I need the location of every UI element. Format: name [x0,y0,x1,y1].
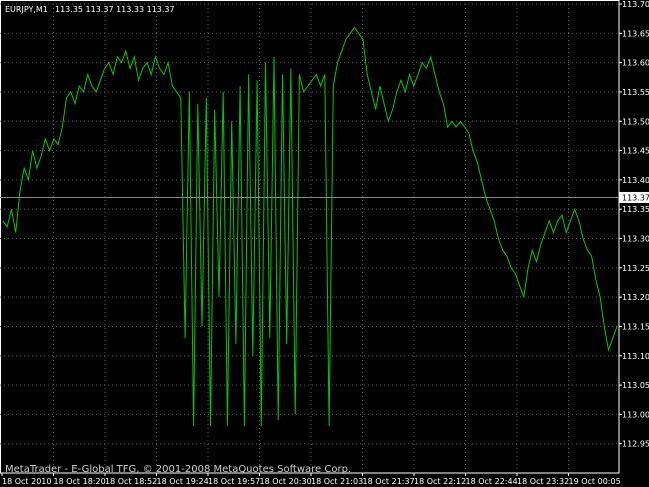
y-tick-label: 113.20 [622,293,649,302]
y-tick-label: 113.25 [622,264,649,273]
x-tick-label: 18 Oct 20:30 [260,477,312,486]
y-tick-label: 113.15 [622,322,649,331]
y-tick-label: 113.00 [622,410,649,419]
y-tick-label: 113.55 [622,88,649,97]
y-tick-label: 113.05 [622,381,649,390]
y-tick-label: 113.35 [622,205,649,214]
x-tick-label: 18 Oct 22:44 [466,477,518,486]
y-tick-label: 112.95 [622,440,649,449]
chart-symbol: EURJPY,M1 [5,5,48,14]
price-marker-label: 113.37 [622,193,649,202]
x-tick-label: 18 Oct 21:37 [363,477,415,486]
x-tick-label: 18 Oct 19:24 [157,477,209,486]
x-tick-label: 18 Oct 2010 [2,477,51,486]
y-tick-label: 113.50 [622,117,649,126]
x-tick-label: 18 Oct 21:03 [311,477,363,486]
x-tick-label: 18 Oct 23:32 [517,477,569,486]
y-tick-label: 113.45 [622,147,649,156]
price-chart: 113.70 113.65 113.60 113.55 113.50 113.45 113.… [0,0,649,487]
x-tick-label: 18 Oct 19:57 [208,477,260,486]
x-tick-label: 18 Oct 18:52 [105,477,157,486]
chart-ohlc: 113.35 113.37 113.33 113.37 [55,5,175,14]
y-tick-label: 113.70 [622,0,649,9]
watermark: MetaTrader - E-Global TFG, © 2001-2008 M… [5,464,351,475]
x-tick-label: 18 Oct 22:12 [414,477,466,486]
y-tick-label: 113.60 [622,59,649,68]
y-tick-label: 113.65 [622,29,649,38]
y-tick-label: 113.30 [622,235,649,244]
y-tick-label: 113.10 [622,352,649,361]
x-tick-label: 18 Oct 18:20 [54,477,106,486]
y-tick-label: 113.40 [622,176,649,185]
x-tick-label: 19 Oct 00:05 [569,477,621,486]
